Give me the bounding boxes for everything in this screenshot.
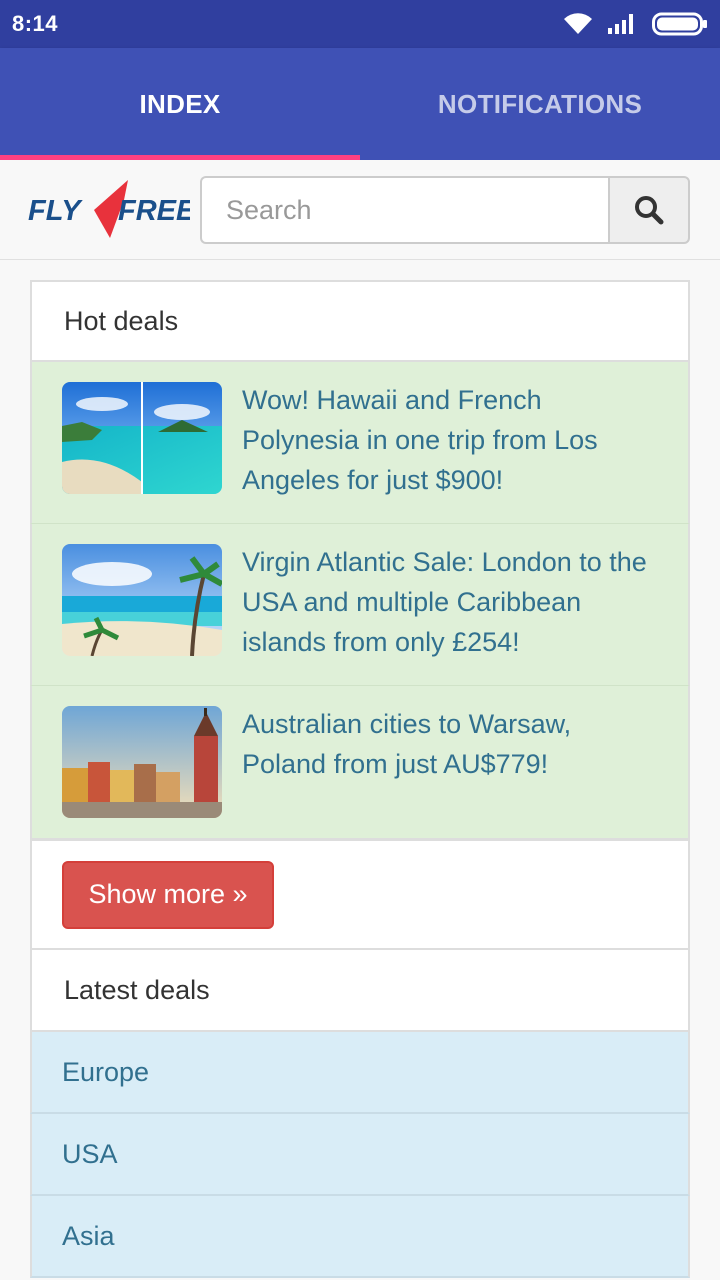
tab-notifications[interactable]: NOTIFICATIONS [360, 48, 720, 160]
region-usa[interactable]: USA [30, 1114, 690, 1196]
search-header: FLY FREE [0, 160, 720, 260]
deal-item[interactable]: Virgin Atlantic Sale: London to the USA … [30, 524, 690, 686]
tab-index[interactable]: INDEX [0, 48, 360, 160]
region-asia[interactable]: Asia [30, 1196, 690, 1278]
tab-bar: INDEX NOTIFICATIONS [0, 48, 720, 160]
main-content: Hot deals Wow! Hawaii and French Polynes… [30, 280, 690, 1278]
status-time: 8:14 [12, 11, 59, 36]
search-input[interactable] [200, 176, 610, 244]
flyfree-logo: FLY FREE [28, 180, 190, 238]
status-icons [562, 11, 708, 37]
deal-thumbnail-warsaw [62, 706, 222, 818]
logo-text-right: FREE [118, 195, 190, 227]
wifi-icon [564, 13, 592, 35]
deal-title[interactable]: Australian cities to Warsaw, Poland from… [242, 704, 658, 838]
deal-title[interactable]: Virgin Atlantic Sale: London to the USA … [242, 542, 658, 685]
logo-text-left: FLY [28, 195, 83, 227]
hot-deals-heading: Hot deals [30, 280, 690, 362]
deal-item[interactable]: Australian cities to Warsaw, Poland from… [30, 686, 690, 840]
show-more-button[interactable]: Show more » [62, 860, 274, 929]
search-icon [635, 196, 664, 225]
search-button[interactable] [608, 176, 690, 244]
latest-deals-heading: Latest deals [30, 950, 690, 1032]
battery-icon [652, 12, 707, 36]
deal-thumbnail-caribbean [62, 544, 222, 656]
signal-icon [608, 14, 633, 34]
show-more-row: Show more » [30, 840, 690, 950]
region-europe[interactable]: Europe [30, 1032, 690, 1114]
status-bar: 8:14 [0, 0, 720, 48]
deal-thumbnail-hawaii [62, 382, 222, 494]
deal-title[interactable]: Wow! Hawaii and French Polynesia in one … [242, 380, 658, 523]
deal-item[interactable]: Wow! Hawaii and French Polynesia in one … [30, 362, 690, 524]
